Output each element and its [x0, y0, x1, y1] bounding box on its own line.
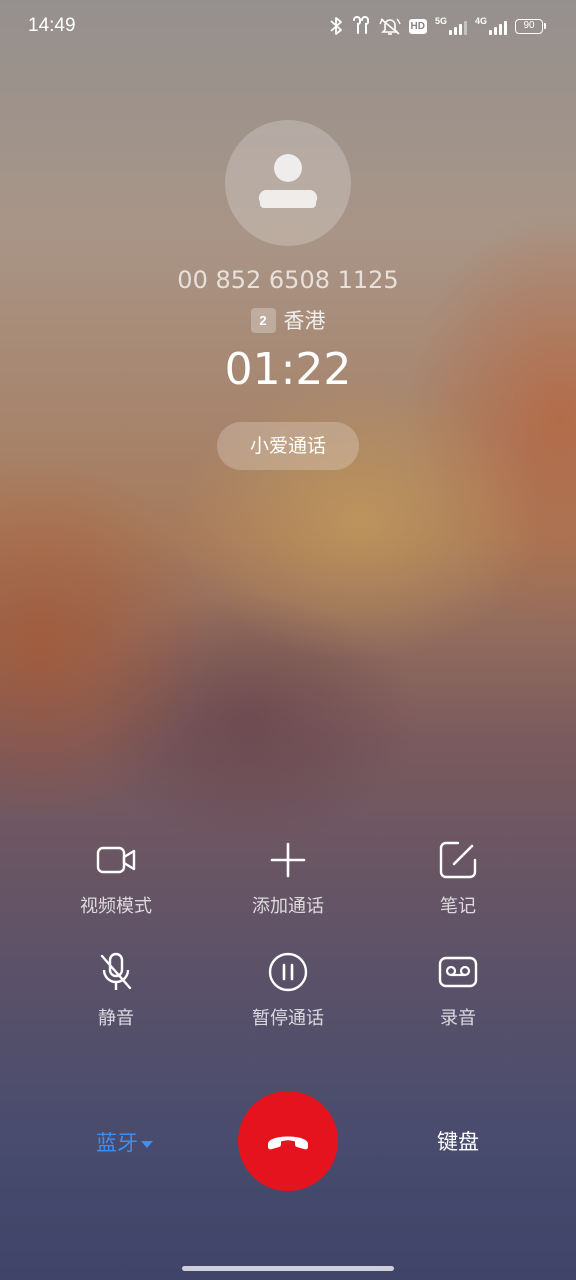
- hd-voice-icon: HD: [408, 18, 427, 34]
- video-mode-button[interactable]: 视频模式: [46, 840, 186, 920]
- notes-button[interactable]: 笔记: [388, 840, 528, 920]
- contact-avatar: [225, 120, 351, 246]
- status-bar: 14:49 HD 5G 4G 90: [0, 0, 576, 52]
- pause-icon: [268, 952, 308, 992]
- add-call-label: 添加通话: [252, 896, 324, 917]
- audio-route-label: 蓝牙: [96, 1131, 138, 1155]
- sim-slot-badge: 2: [250, 307, 276, 333]
- microphone-off-icon: [96, 952, 136, 992]
- keypad-button[interactable]: 键盘: [408, 1122, 508, 1162]
- end-call-button[interactable]: [238, 1091, 338, 1191]
- status-time: 14:49: [28, 15, 76, 36]
- mute-button[interactable]: 静音: [46, 952, 186, 1032]
- mute-label: 静音: [98, 1008, 134, 1029]
- home-indicator[interactable]: [182, 1266, 394, 1271]
- caller-location-row: 2 香港: [0, 306, 576, 334]
- signal-5g-icon: 5G: [435, 17, 467, 35]
- earbuds-icon: [351, 16, 371, 36]
- bluetooth-icon: [329, 16, 343, 36]
- battery-level: 90: [515, 18, 543, 34]
- hang-up-phone-icon: [268, 1136, 308, 1150]
- record-button[interactable]: 录音: [388, 952, 528, 1032]
- call-duration: 01:22: [224, 344, 352, 395]
- xiaoai-call-button[interactable]: 小爱通话: [217, 422, 359, 470]
- add-call-button[interactable]: 添加通话: [218, 840, 358, 920]
- voicemail-record-icon: [438, 952, 478, 992]
- video-camera-icon: [96, 840, 136, 880]
- record-label: 录音: [440, 1008, 476, 1029]
- caller-location: 香港: [283, 309, 326, 333]
- person-icon: [258, 154, 318, 208]
- notes-label: 笔记: [440, 896, 476, 917]
- hold-call-label: 暂停通话: [252, 1008, 324, 1029]
- signal-4g-icon: 4G: [475, 17, 507, 35]
- note-edit-icon: [438, 840, 478, 880]
- network-type-4g: 4G: [474, 16, 487, 26]
- status-icons: HD 5G 4G 90: [329, 15, 546, 37]
- caller-phone-number: 00 852 6508 1125: [177, 266, 399, 294]
- hold-call-button[interactable]: 暂停通话: [218, 952, 358, 1032]
- network-type-5g: 5G: [434, 16, 447, 26]
- caret-down-icon: [140, 1130, 154, 1154]
- plus-icon: [268, 840, 308, 880]
- video-mode-label: 视频模式: [80, 896, 152, 917]
- vibrate-off-icon: [378, 16, 401, 36]
- audio-route-button[interactable]: 蓝牙: [80, 1122, 170, 1162]
- battery-icon: 90: [515, 18, 546, 34]
